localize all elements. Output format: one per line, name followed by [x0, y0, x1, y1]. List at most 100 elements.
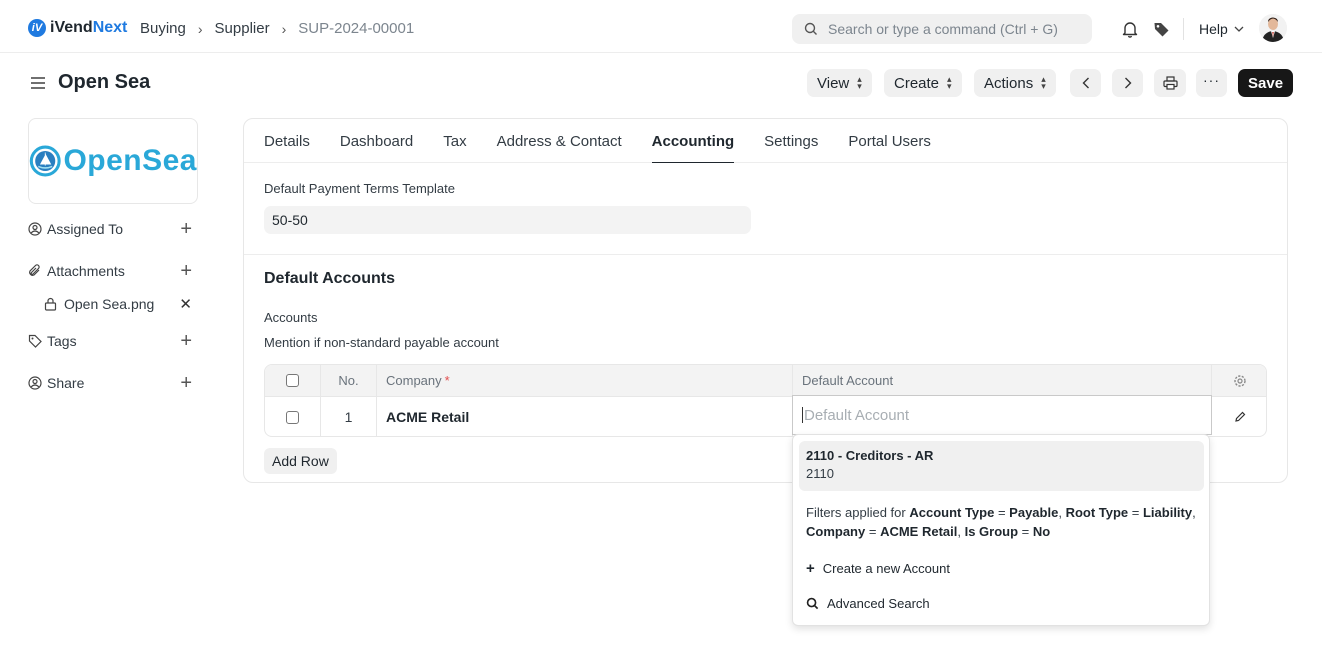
help-menu[interactable]: Help: [1199, 21, 1244, 37]
pencil-icon[interactable]: [1234, 411, 1246, 423]
page-title: Open Sea: [58, 71, 151, 93]
select-all-checkbox[interactable]: [286, 374, 299, 387]
add-assignee-button[interactable]: +: [180, 218, 192, 241]
advanced-search-label: Advanced Search: [827, 596, 930, 611]
search-icon: [806, 597, 819, 610]
attachment-filename[interactable]: Open Sea.png: [64, 296, 154, 312]
form-tabs: Details Dashboard Tax Address & Contact …: [244, 119, 1287, 163]
dropdown-option[interactable]: 2110 - Creditors - AR 2110: [799, 441, 1204, 491]
tab-dashboard[interactable]: Dashboard: [340, 119, 413, 163]
page-header: Open Sea View ▴ ▾ Create ▴ ▾ Actions ▴ ▾ ··…: [0, 54, 1322, 114]
row-edit-cell: [1212, 397, 1266, 436]
accounts-label: Accounts: [264, 310, 318, 325]
attachment-item[interactable]: Open Sea.png ✕: [44, 295, 198, 313]
opensea-logo-icon: [29, 145, 61, 177]
option-subtitle: 2110: [806, 466, 834, 481]
accounts-description: Mention if non-standard payable account: [264, 335, 499, 350]
tab-details[interactable]: Details: [264, 119, 310, 163]
add-attachment-button[interactable]: +: [180, 260, 192, 283]
add-row-button[interactable]: Add Row: [264, 448, 337, 474]
close-icon[interactable]: ✕: [179, 295, 192, 313]
more-button[interactable]: ···: [1196, 69, 1227, 97]
header-no: No.: [321, 365, 377, 396]
chevron-right-icon: ›: [197, 20, 203, 37]
tab-settings[interactable]: Settings: [764, 119, 818, 163]
print-button[interactable]: [1154, 69, 1186, 97]
tab-tax[interactable]: Tax: [443, 119, 466, 163]
search-icon: [804, 22, 817, 35]
filter-field: Account Type: [909, 505, 995, 520]
account-autocomplete-dropdown: 2110 - Creditors - AR 2110 Filters appli…: [792, 434, 1210, 626]
breadcrumb-current[interactable]: SUP-2024-00001: [298, 20, 414, 37]
payment-terms-label: Default Payment Terms Template: [264, 181, 455, 196]
tags-row: Tags +: [28, 330, 198, 352]
app-logo-mark: iV: [28, 19, 46, 37]
option-title: 2110 - Creditors - AR: [806, 448, 934, 463]
share-row: Share +: [28, 372, 198, 394]
menu-icon[interactable]: [30, 76, 46, 95]
row-select-cell: [265, 397, 321, 436]
row-checkbox[interactable]: [286, 410, 299, 424]
section-divider: [244, 254, 1287, 255]
create-button[interactable]: Create ▴ ▾: [884, 69, 962, 97]
attachments-label: Attachments: [47, 263, 125, 279]
app-logo[interactable]: iV iVendNext: [28, 19, 127, 37]
default-account-input[interactable]: Default Account: [792, 395, 1212, 435]
settings-cell: [1212, 365, 1266, 396]
breadcrumb-buying[interactable]: Buying: [140, 20, 186, 37]
printer-icon: [1162, 76, 1178, 90]
breadcrumb-supplier[interactable]: Supplier: [215, 20, 270, 37]
gear-icon[interactable]: [1233, 374, 1247, 388]
share-label: Share: [47, 375, 85, 391]
search-input[interactable]: Search or type a command (Ctrl + G): [792, 14, 1092, 44]
prev-record-button[interactable]: [1070, 69, 1101, 97]
filter-value: ACME Retail: [880, 524, 958, 539]
save-button[interactable]: Save: [1238, 69, 1294, 97]
avatar[interactable]: [1259, 14, 1287, 42]
row-no: 1: [321, 397, 377, 436]
chevron-left-icon: [1082, 77, 1089, 89]
tab-address-contact[interactable]: Address & Contact: [497, 119, 622, 163]
default-account-placeholder: Default Account: [804, 406, 910, 424]
payment-terms-field[interactable]: 50-50: [264, 206, 751, 234]
advanced-search-option[interactable]: Advanced Search: [806, 596, 930, 611]
form-sidebar: OpenSea Assigned To + Attachments + Open…: [28, 118, 198, 394]
supplier-image[interactable]: OpenSea: [28, 118, 198, 204]
tag-icon: [28, 334, 42, 348]
actions-button[interactable]: Actions ▴ ▾: [974, 69, 1056, 97]
breadcrumb: Buying › Supplier › SUP-2024-00001: [140, 20, 414, 37]
filter-field: Is Group: [964, 524, 1019, 539]
actions-label: Actions: [984, 74, 1034, 92]
filter-field: Root Type: [1065, 505, 1129, 520]
header-company-label: Company: [386, 373, 442, 388]
tag-icon[interactable]: [1151, 19, 1171, 39]
more-icon: ···: [1203, 72, 1220, 88]
add-share-button[interactable]: +: [180, 372, 192, 395]
add-tag-button[interactable]: +: [180, 330, 192, 353]
header-default-account: Default Account: [793, 365, 1212, 396]
chevron-right-icon: ›: [281, 20, 287, 37]
tab-accounting[interactable]: Accounting: [651, 119, 735, 163]
next-record-button[interactable]: [1112, 69, 1143, 97]
tab-portal-users[interactable]: Portal Users: [848, 119, 931, 163]
row-company[interactable]: ACME Retail: [377, 397, 793, 436]
lock-icon: [44, 297, 57, 311]
tags-label: Tags: [47, 333, 77, 349]
divider: [1183, 18, 1184, 40]
header-company: Company *: [377, 365, 793, 396]
user-circle-icon: [28, 376, 42, 390]
attachments-row: Attachments +: [28, 260, 198, 282]
sort-icon: ▴ ▾: [947, 74, 952, 91]
view-button[interactable]: View ▴ ▾: [807, 69, 872, 97]
sort-icon: ▴ ▾: [1041, 74, 1046, 91]
paperclip-icon: [29, 264, 40, 276]
create-new-account-option[interactable]: + Create a new Account: [806, 560, 950, 577]
chevron-right-icon: [1124, 77, 1131, 89]
filter-value: Payable: [1009, 505, 1059, 520]
assigned-to-label: Assigned To: [47, 221, 124, 237]
help-label: Help: [1199, 21, 1228, 37]
create-new-account-label: Create a new Account: [822, 561, 950, 576]
text-caret: [802, 407, 803, 423]
chevron-down-icon: [1234, 26, 1244, 32]
bell-icon[interactable]: [1120, 19, 1140, 39]
